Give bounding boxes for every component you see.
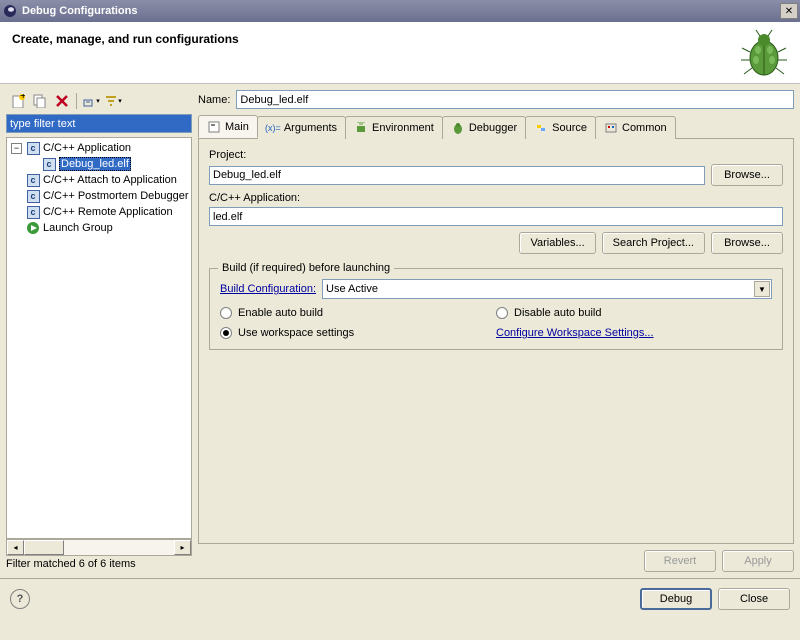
twisty-icon[interactable]: − xyxy=(11,143,22,154)
tree-item-label: Debug_led.elf xyxy=(59,157,131,171)
tab-label: Common xyxy=(622,122,667,134)
scroll-thumb[interactable] xyxy=(24,540,64,555)
tab-icon xyxy=(534,121,548,135)
c-app-icon: c xyxy=(41,156,57,172)
c-app-icon: c xyxy=(25,204,41,220)
help-icon[interactable]: ? xyxy=(10,589,30,609)
tree-item-label: C/C++ Attach to Application xyxy=(43,174,177,186)
tab-label: Debugger xyxy=(469,122,517,134)
filter-input[interactable] xyxy=(6,114,192,133)
build-group: Build (if required) before launching Bui… xyxy=(209,268,783,350)
window-title: Debug Configurations xyxy=(22,5,780,17)
tab-environment[interactable]: Environment xyxy=(345,116,443,139)
tab-debugger[interactable]: Debugger xyxy=(442,116,526,139)
revert-button[interactable]: Revert xyxy=(644,550,716,572)
tab-icon xyxy=(451,121,465,135)
tab-label: Main xyxy=(225,121,249,133)
scroll-right-icon[interactable]: ▸ xyxy=(174,540,191,555)
tab-main-panel: Project: Browse... C/C++ Application: Va… xyxy=(198,139,794,544)
tab-source[interactable]: Source xyxy=(525,116,596,139)
tab-icon xyxy=(604,121,618,135)
app-label: C/C++ Application: xyxy=(209,192,783,204)
config-tree[interactable]: −cC/C++ ApplicationcDebug_led.elfcC/C++ … xyxy=(6,137,192,539)
separator xyxy=(76,93,77,109)
duplicate-config-icon[interactable] xyxy=(30,91,50,111)
use-workspace-radio[interactable] xyxy=(220,327,232,339)
filter-status: Filter matched 6 of 6 items xyxy=(6,556,192,572)
tree-item[interactable]: cC/C++ Postmortem Debugger xyxy=(7,188,191,204)
disable-auto-build-label: Disable auto build xyxy=(514,307,601,319)
eclipse-icon xyxy=(2,3,18,19)
titlebar: Debug Configurations ✕ xyxy=(0,0,800,22)
left-toolbar: + ▾ ▾ xyxy=(6,90,192,112)
scroll-track[interactable] xyxy=(64,540,174,555)
c-app-icon: c xyxy=(25,188,41,204)
tree-item-label: C/C++ Application xyxy=(43,142,131,154)
run-icon xyxy=(25,220,41,236)
close-icon[interactable]: ✕ xyxy=(780,3,798,19)
debug-button[interactable]: Debug xyxy=(640,588,712,610)
enable-auto-build-radio[interactable] xyxy=(220,307,232,319)
right-panel: Name: Main (x)= Arguments Environment Debugg… xyxy=(198,90,794,572)
tree-item[interactable]: cC/C++ Attach to Application xyxy=(7,172,191,188)
browse-app-button[interactable]: Browse... xyxy=(711,232,783,254)
app-input[interactable] xyxy=(209,207,783,226)
tree-item-label: Launch Group xyxy=(43,222,113,234)
project-label: Project: xyxy=(209,149,783,161)
collapse-all-icon[interactable]: ▾ xyxy=(81,91,101,111)
tree-item[interactable]: cDebug_led.elf xyxy=(7,156,191,172)
project-input[interactable] xyxy=(209,166,705,185)
name-label: Name: xyxy=(198,94,230,106)
build-config-value: Use Active xyxy=(326,283,378,295)
build-group-title: Build (if required) before launching xyxy=(218,262,394,274)
configure-workspace-link[interactable]: Configure Workspace Settings... xyxy=(496,327,654,339)
disable-auto-build-radio[interactable] xyxy=(496,307,508,319)
tab-bar: Main (x)= Arguments Environment Debugger Sour… xyxy=(198,115,794,139)
use-workspace-label: Use workspace settings xyxy=(238,327,354,339)
c-app-icon: c xyxy=(25,172,41,188)
tab-icon xyxy=(207,120,221,134)
tree-item[interactable]: Launch Group xyxy=(7,220,191,236)
tree-item-label: C/C++ Postmortem Debugger xyxy=(43,190,189,202)
tab-label: Environment xyxy=(372,122,434,134)
footer: ? Debug Close xyxy=(0,578,800,618)
tab-label: Source xyxy=(552,122,587,134)
apply-button[interactable]: Apply xyxy=(722,550,794,572)
browse-project-button[interactable]: Browse... xyxy=(711,164,783,186)
delete-config-icon[interactable] xyxy=(52,91,72,111)
tab-common[interactable]: Common xyxy=(595,116,676,139)
header: Create, manage, and run configurations xyxy=(0,22,800,84)
svg-text:+: + xyxy=(20,94,25,102)
chevron-down-icon: ▼ xyxy=(754,281,770,297)
tab-icon: (x)= xyxy=(266,121,280,135)
tab-icon xyxy=(354,121,368,135)
scroll-left-icon[interactable]: ◂ xyxy=(7,540,24,555)
tree-item[interactable]: −cC/C++ Application xyxy=(7,140,191,156)
build-config-link[interactable]: Build Configuration: xyxy=(220,283,316,295)
tab-main[interactable]: Main xyxy=(198,115,258,138)
debug-bug-image xyxy=(738,28,790,80)
page-title: Create, manage, and run configurations xyxy=(12,32,788,46)
search-project-button[interactable]: Search Project... xyxy=(602,232,705,254)
build-config-select[interactable]: Use Active ▼ xyxy=(322,279,772,299)
tree-item-label: C/C++ Remote Application xyxy=(43,206,173,218)
horizontal-scrollbar[interactable]: ◂ ▸ xyxy=(6,539,192,556)
enable-auto-build-label: Enable auto build xyxy=(238,307,323,319)
new-config-icon[interactable]: + xyxy=(8,91,28,111)
close-button[interactable]: Close xyxy=(718,588,790,610)
tree-item[interactable]: cC/C++ Remote Application xyxy=(7,204,191,220)
tab-label: Arguments xyxy=(284,122,337,134)
filter-config-icon[interactable]: ▾ xyxy=(103,91,123,111)
left-panel: + ▾ ▾ −cC/C++ ApplicationcDebug_led.elfc… xyxy=(6,90,192,572)
name-input[interactable] xyxy=(236,90,794,109)
tab-arguments[interactable]: (x)= Arguments xyxy=(257,116,346,139)
c-app-icon: c xyxy=(25,140,41,156)
variables-button[interactable]: Variables... xyxy=(519,232,595,254)
